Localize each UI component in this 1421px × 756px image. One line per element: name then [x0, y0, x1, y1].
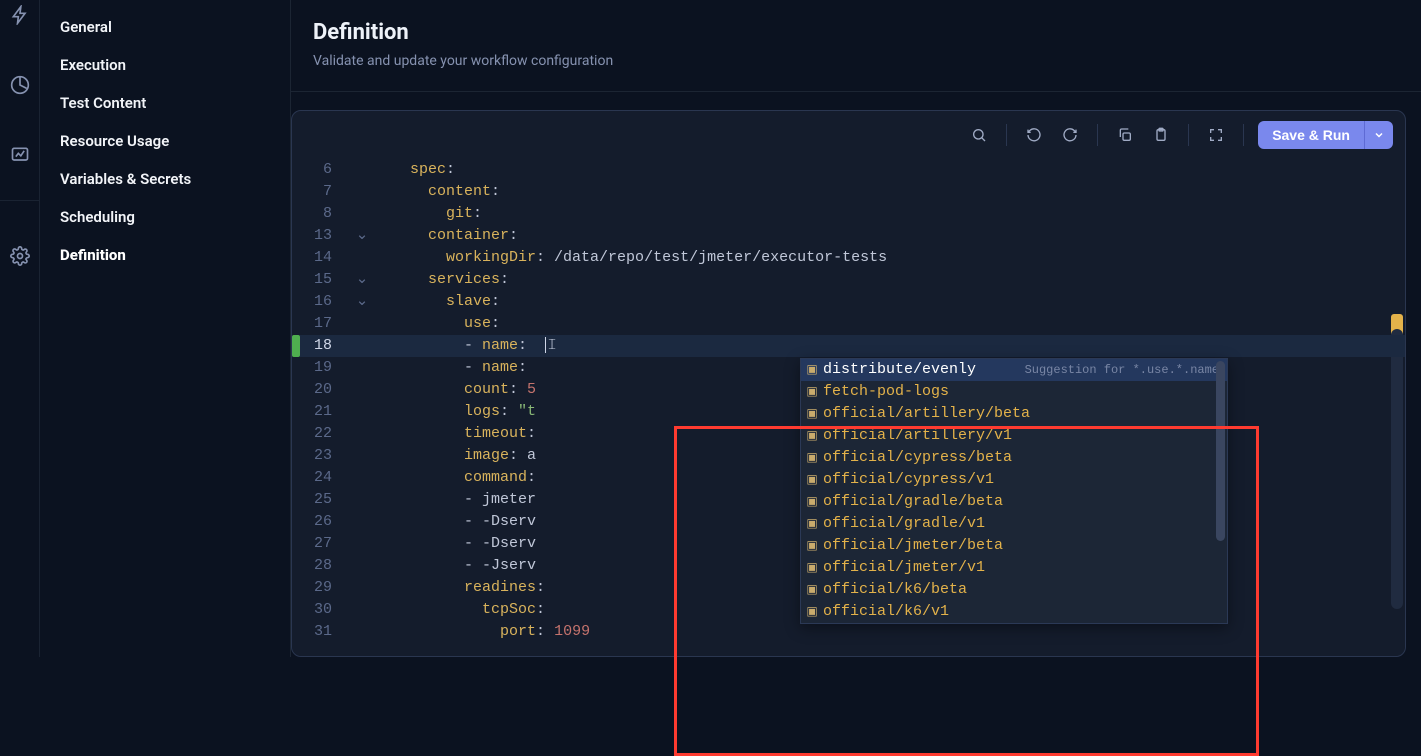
code-line[interactable]: 15⌄ services:: [292, 269, 1405, 291]
page-header: Definition Validate and update your work…: [291, 0, 1421, 92]
autocomplete-label: official/k6/v1: [823, 601, 1227, 623]
toolbar-separator: [1097, 124, 1098, 146]
code-line[interactable]: 14 workingDir: /data/repo/test/jmeter/ex…: [292, 247, 1405, 269]
sidebar-item-variables-secrets[interactable]: Variables & Secrets: [40, 160, 290, 198]
autocomplete-label: fetch-pod-logs: [823, 381, 1227, 403]
autocomplete-item[interactable]: ▣official/k6/v1: [801, 601, 1227, 623]
autocomplete-label: official/cypress/v1: [823, 469, 1227, 491]
icon-rail: [0, 0, 40, 657]
sidebar-item-definition[interactable]: Definition: [40, 236, 290, 274]
code-line[interactable]: 6 spec:: [292, 159, 1405, 181]
autocomplete-label: distribute/evenly: [823, 359, 1025, 381]
autocomplete-item[interactable]: ▣official/k6/beta: [801, 579, 1227, 601]
save-and-run-button[interactable]: Save & Run: [1258, 121, 1364, 149]
toolbar-separator: [1243, 124, 1244, 146]
autocomplete-item[interactable]: ▣official/cypress/beta: [801, 447, 1227, 469]
editor-toolbar: Save & Run: [292, 111, 1405, 159]
redo-icon[interactable]: [1057, 122, 1083, 148]
autocomplete-item[interactable]: ▣official/jmeter/v1: [801, 557, 1227, 579]
code-line[interactable]: 17 use:: [292, 313, 1405, 335]
monitor-icon[interactable]: [10, 140, 30, 170]
autocomplete-item[interactable]: ▣official/jmeter/beta: [801, 535, 1227, 557]
scrollbar[interactable]: [1216, 361, 1225, 541]
autocomplete-label: official/gradle/beta: [823, 491, 1227, 513]
suggestion-icon: ▣: [801, 447, 823, 469]
save-and-run-dropdown[interactable]: [1364, 121, 1393, 149]
sidebar-item-scheduling[interactable]: Scheduling: [40, 198, 290, 236]
autocomplete-item[interactable]: ▣official/gradle/v1: [801, 513, 1227, 535]
suggestion-icon: ▣: [801, 579, 823, 601]
suggestion-icon: ▣: [801, 425, 823, 447]
autocomplete-label: official/artillery/v1: [823, 425, 1227, 447]
suggestion-icon: ▣: [801, 359, 823, 381]
autocomplete-item[interactable]: ▣official/artillery/v1: [801, 425, 1227, 447]
code-line[interactable]: 18 - name: 𝙸: [292, 335, 1405, 357]
autocomplete-label: official/artillery/beta: [823, 403, 1227, 425]
code-line[interactable]: 13⌄ container:: [292, 225, 1405, 247]
pie-chart-icon[interactable]: [10, 70, 30, 100]
autocomplete-item[interactable]: ▣fetch-pod-logs: [801, 381, 1227, 403]
autocomplete-item[interactable]: ▣official/artillery/beta: [801, 403, 1227, 425]
suggestion-icon: ▣: [801, 535, 823, 557]
autocomplete-hint: Suggestion for *.use.*.name: [1025, 359, 1227, 381]
code-line[interactable]: 31 port: 1099: [292, 621, 1405, 643]
lightning-icon[interactable]: [10, 0, 30, 30]
code-editor[interactable]: 6 spec:7 content:8 git:13⌄ container:14 …: [292, 159, 1405, 656]
main-pane: Definition Validate and update your work…: [290, 0, 1421, 657]
suggestion-icon: ▣: [801, 469, 823, 491]
autocomplete-popup[interactable]: ▣distribute/evenlySuggestion for *.use.*…: [800, 358, 1228, 624]
page-title: Definition: [313, 20, 1399, 45]
toolbar-separator: [1006, 124, 1007, 146]
sidebar-item-execution[interactable]: Execution: [40, 46, 290, 84]
toolbar-separator: [1188, 124, 1189, 146]
sidebar: GeneralExecutionTest ContentResource Usa…: [40, 0, 290, 657]
sidebar-item-test-content[interactable]: Test Content: [40, 84, 290, 122]
autocomplete-label: official/gradle/v1: [823, 513, 1227, 535]
autocomplete-item[interactable]: ▣official/gradle/beta: [801, 491, 1227, 513]
search-icon[interactable]: [966, 122, 992, 148]
sidebar-item-general[interactable]: General: [40, 8, 290, 46]
gear-icon[interactable]: [10, 241, 30, 271]
autocomplete-item[interactable]: ▣official/cypress/v1: [801, 469, 1227, 491]
fullscreen-icon[interactable]: [1203, 122, 1229, 148]
suggestion-icon: ▣: [801, 557, 823, 579]
sidebar-item-resource-usage[interactable]: Resource Usage: [40, 122, 290, 160]
editor-panel: Save & Run 6 spec:7 content:8 git:13⌄ co…: [291, 110, 1406, 657]
autocomplete-label: official/k6/beta: [823, 579, 1227, 601]
suggestion-icon: ▣: [801, 513, 823, 535]
suggestion-icon: ▣: [801, 491, 823, 513]
autocomplete-item[interactable]: ▣distribute/evenlySuggestion for *.use.*…: [801, 359, 1227, 381]
autocomplete-label: official/jmeter/v1: [823, 557, 1227, 579]
suggestion-icon: ▣: [801, 601, 823, 623]
page-subtitle: Validate and update your workflow config…: [313, 53, 1399, 69]
suggestion-icon: ▣: [801, 403, 823, 425]
undo-icon[interactable]: [1021, 122, 1047, 148]
rail-divider: [0, 200, 39, 201]
clipboard-icon[interactable]: [1148, 122, 1174, 148]
autocomplete-label: official/cypress/beta: [823, 447, 1227, 469]
autocomplete-label: official/jmeter/beta: [823, 535, 1227, 557]
suggestion-icon: ▣: [801, 381, 823, 403]
copy-icon[interactable]: [1112, 122, 1138, 148]
code-line[interactable]: 16⌄ slave:: [292, 291, 1405, 313]
code-line[interactable]: 8 git:: [292, 203, 1405, 225]
code-line[interactable]: 7 content:: [292, 181, 1405, 203]
